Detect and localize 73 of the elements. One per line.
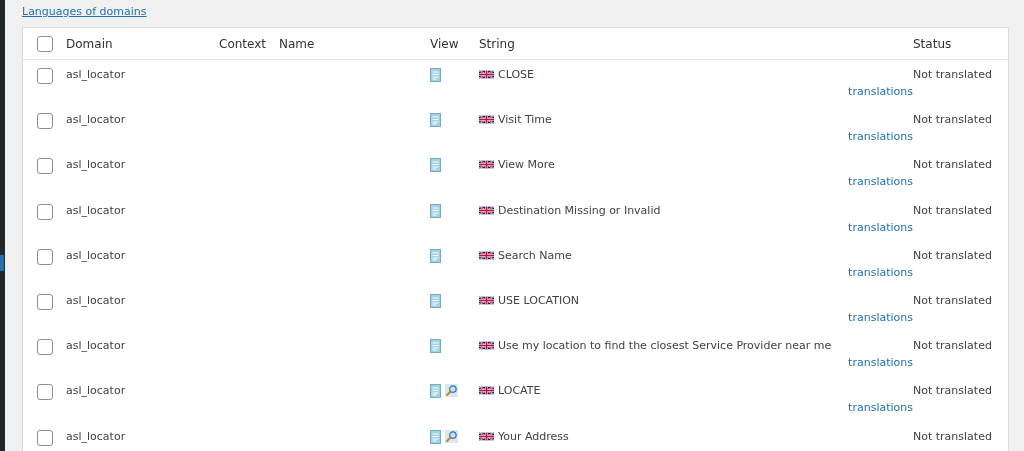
- row-checkbox[interactable]: [36, 203, 53, 220]
- uk-flag-icon: [479, 250, 494, 260]
- string-text: CLOSE: [498, 68, 534, 81]
- status-text: Not translated: [913, 339, 992, 353]
- string-text: View More: [498, 158, 555, 172]
- document-icon[interactable]: [430, 68, 441, 82]
- uk-flag-icon: [479, 295, 494, 305]
- string-text: Search Name: [498, 248, 572, 262]
- row-checkbox[interactable]: [36, 113, 53, 130]
- sidebar-notch: [0, 255, 4, 271]
- string-text: Your Address: [498, 429, 569, 443]
- uk-flag-icon: [479, 70, 494, 79]
- uk-flag-icon: [479, 341, 494, 351]
- document-icon[interactable]: [430, 293, 441, 308]
- column-header: View: [430, 36, 459, 51]
- uk-flag-icon: [479, 115, 494, 125]
- domain-cell: asl_locator: [66, 339, 126, 353]
- status-text: Not translated: [913, 248, 992, 262]
- uk-flag-icon: [479, 431, 494, 441]
- column-header: Status: [913, 36, 952, 51]
- domain-cell: asl_locator: [66, 203, 126, 217]
- domain-cell: asl_locator: [66, 113, 126, 127]
- uk-flag-icon: [479, 386, 494, 396]
- string-text: LOCATE: [498, 384, 541, 398]
- row-checkbox[interactable]: [36, 158, 53, 175]
- row-checkbox[interactable]: [36, 339, 53, 356]
- magnifier-icon[interactable]: [445, 429, 458, 443]
- document-icon[interactable]: [430, 429, 441, 444]
- languages-link[interactable]: Languages of domains: [22, 5, 147, 18]
- translations-link[interactable]: translations: [848, 356, 913, 370]
- translations-link[interactable]: translations: [848, 401, 913, 415]
- magnifier-icon[interactable]: [445, 384, 458, 398]
- translations-link[interactable]: translations: [848, 85, 913, 98]
- string-text: Destination Missing or Invalid: [498, 203, 661, 217]
- string-text: USE LOCATION: [498, 293, 580, 307]
- domain-cell: asl_locator: [66, 68, 126, 81]
- column-header: Name: [279, 36, 315, 51]
- status-text: Not translated: [913, 68, 992, 81]
- column-header: Domain: [66, 36, 113, 51]
- domain-cell: asl_locator: [66, 248, 126, 262]
- translations-link[interactable]: translations: [848, 265, 913, 279]
- status-text: Not translated: [913, 293, 992, 307]
- document-icon[interactable]: [430, 339, 441, 354]
- domain-cell: asl_locator: [66, 293, 126, 307]
- document-icon[interactable]: [430, 113, 441, 128]
- document-icon[interactable]: [430, 158, 441, 173]
- string-text: Use my location to find the closest Service Provider near me: [498, 339, 832, 353]
- translations-link[interactable]: translations: [848, 310, 913, 324]
- document-icon[interactable]: [430, 384, 441, 399]
- row-checkbox[interactable]: [36, 68, 53, 84]
- column-header: Context: [219, 36, 266, 51]
- translations-link[interactable]: translations: [848, 220, 913, 234]
- row-checkbox[interactable]: [36, 429, 53, 446]
- string-text: Visit Time: [498, 113, 552, 127]
- select-all-checkbox[interactable]: [36, 35, 53, 52]
- document-icon[interactable]: [430, 248, 441, 263]
- document-icon[interactable]: [430, 203, 441, 218]
- row-checkbox[interactable]: [36, 293, 53, 310]
- domain-cell: asl_locator: [66, 158, 126, 172]
- status-text: Not translated: [913, 158, 992, 172]
- row-checkbox[interactable]: [36, 248, 53, 265]
- domain-cell: asl_locator: [66, 429, 126, 443]
- uk-flag-icon: [479, 160, 494, 170]
- translations-link[interactable]: translations: [848, 175, 913, 189]
- column-header: String: [479, 36, 515, 51]
- translations-link[interactable]: translations: [848, 130, 913, 144]
- status-text: Not translated: [913, 429, 992, 443]
- uk-flag-icon: [479, 205, 494, 215]
- status-text: Not translated: [913, 384, 992, 398]
- row-checkbox[interactable]: [36, 384, 53, 401]
- status-text: Not translated: [913, 113, 992, 127]
- status-text: Not translated: [913, 203, 992, 217]
- domain-cell: asl_locator: [66, 384, 126, 398]
